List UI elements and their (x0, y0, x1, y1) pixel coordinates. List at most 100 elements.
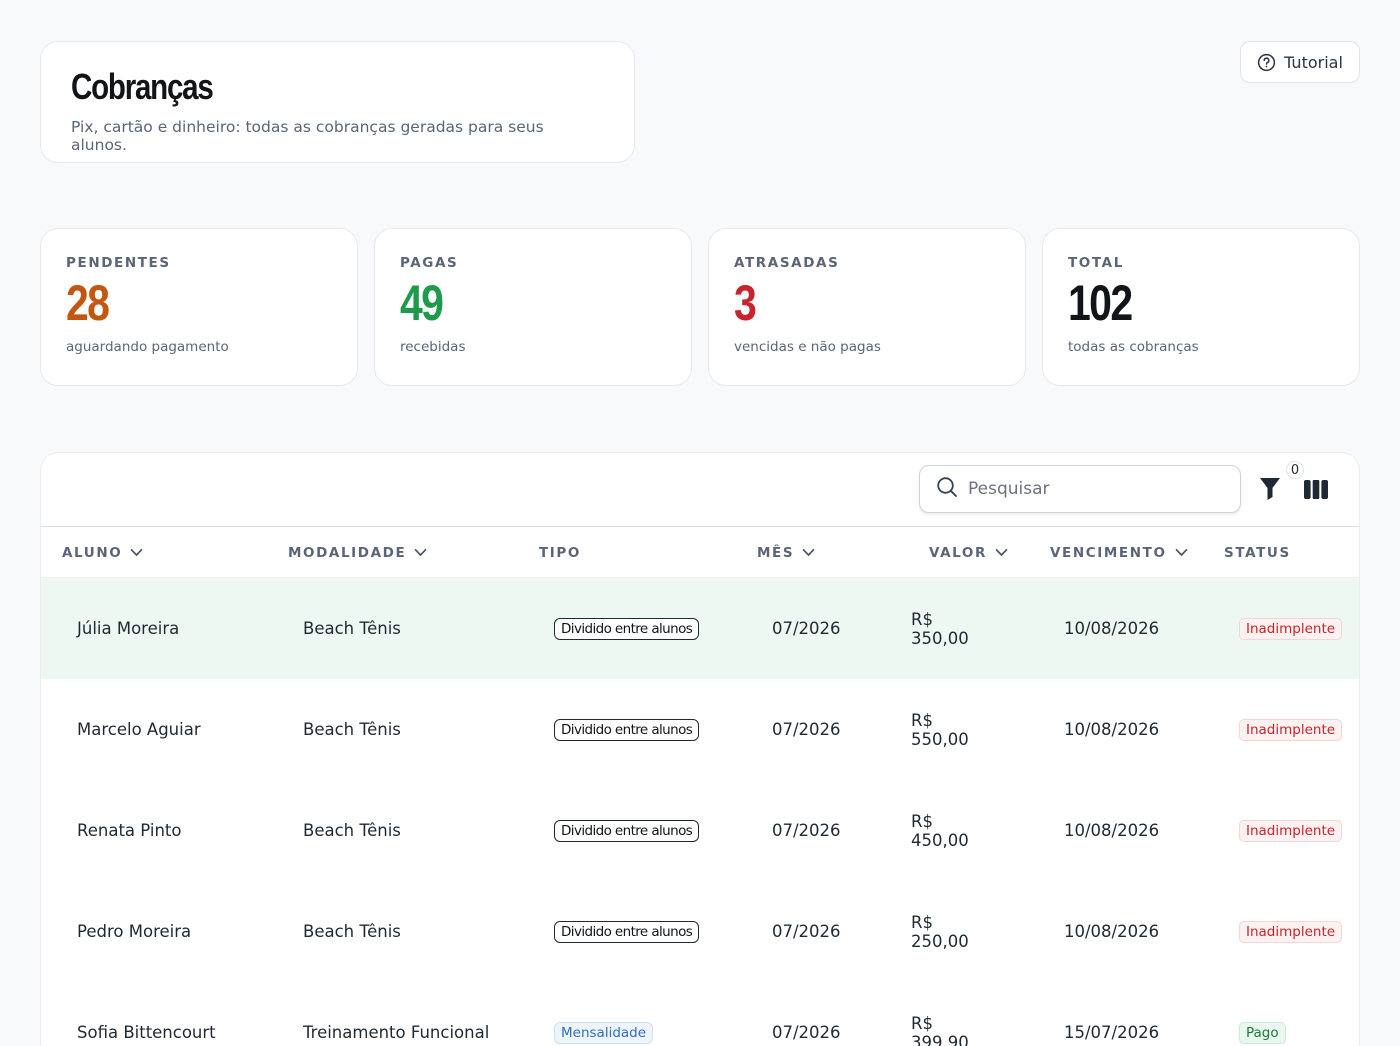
column-header-label: ALUNO (62, 544, 123, 561)
cell-status: Inadimplente (1239, 881, 1343, 982)
stat-card-pendentes: PENDENTES 28 aguardando pagamento (40, 228, 358, 386)
cell-aluno: Marcelo Aguiar (77, 720, 201, 739)
cell-mes: 07/2026 (772, 720, 841, 739)
column-header-tipo[interactable]: TIPO (539, 527, 581, 578)
cell-aluno: Pedro Moreira (77, 922, 192, 941)
chevron-down-icon (995, 545, 1008, 561)
search-icon (936, 476, 958, 502)
cell-tipo: Mensalidade (554, 982, 654, 1046)
cell-vencimento: 15/07/2026 (1064, 1023, 1160, 1042)
cell-mes: 07/2026 (772, 821, 841, 840)
stat-description: aguardando pagamento (66, 339, 229, 355)
cell-status: Inadimplente (1239, 679, 1343, 780)
table-row[interactable]: Pedro Moreira Beach Tênis Dividido entre… (41, 881, 1359, 982)
cell-modalidade: Beach Tênis (303, 922, 401, 941)
cell-tipo: Dividido entre alunos (554, 780, 700, 881)
column-header-aluno[interactable]: ALUNO (62, 527, 143, 578)
cell-vencimento: 10/08/2026 (1064, 619, 1160, 638)
status-badge: Pago (1239, 1021, 1286, 1044)
cell-modalidade: Treinamento Funcional (303, 1023, 490, 1042)
stat-label: ATRASADAS (734, 255, 840, 271)
cell-mes: 07/2026 (772, 1023, 841, 1042)
table-row[interactable]: Renata Pinto Beach Tênis Dividido entre … (41, 780, 1359, 881)
chevron-down-icon (130, 545, 143, 561)
stat-card-pagas: PAGAS 49 recebidas (374, 228, 692, 386)
cell-aluno: Renata Pinto (77, 821, 182, 840)
column-header-modalidade[interactable]: MODALIDADE (288, 527, 427, 578)
stat-description: recebidas (400, 339, 466, 355)
cell-valor: R$ 399,90 (911, 1013, 969, 1046)
stat-card-total: TOTAL 102 todas as cobranças (1042, 228, 1360, 386)
column-header-status[interactable]: STATUS (1224, 527, 1291, 578)
cell-status: Pago (1239, 982, 1286, 1046)
chevron-down-icon (802, 545, 815, 561)
cell-mes: 07/2026 (772, 619, 841, 638)
status-badge: Inadimplente (1239, 920, 1343, 943)
chevron-down-icon (414, 545, 427, 561)
column-header-vencimento[interactable]: VENCIMENTO (1050, 527, 1188, 578)
table-header: ALUNO MODALIDADE TIPO MÊS VALOR VENCIMEN… (41, 527, 1359, 578)
cell-status: Inadimplente (1239, 578, 1343, 679)
chevron-down-icon (1175, 545, 1188, 561)
column-header-label: MODALIDADE (288, 544, 407, 561)
column-header-label: VALOR (929, 544, 987, 561)
cell-valor: R$ 550,00 (911, 710, 969, 749)
columns-icon[interactable] (1304, 480, 1328, 503)
stat-label: TOTAL (1068, 255, 1124, 271)
table-row[interactable]: Marcelo Aguiar Beach Tênis Dividido entr… (41, 679, 1359, 780)
filter-count-badge: 0 (1286, 461, 1304, 479)
stat-label: PENDENTES (66, 255, 171, 271)
page-header-card: Cobranças Pix, cartão e dinheiro: todas … (40, 41, 635, 163)
tipo-badge: Dividido entre alunos (554, 617, 700, 640)
page-title: Cobranças (71, 66, 214, 107)
column-header-mes[interactable]: MÊS (757, 527, 815, 578)
cell-modalidade: Beach Tênis (303, 619, 401, 638)
status-badge: Inadimplente (1239, 617, 1343, 640)
tutorial-button-label: Tutorial (1284, 52, 1343, 72)
tipo-badge: Dividido entre alunos (554, 718, 700, 741)
tipo-badge: Mensalidade (554, 1021, 654, 1044)
cell-vencimento: 10/08/2026 (1064, 720, 1160, 739)
stat-value: 3 (734, 275, 757, 331)
table-row[interactable]: Sofia Bittencourt Treinamento Funcional … (41, 982, 1359, 1046)
tipo-badge: Dividido entre alunos (554, 819, 700, 842)
table-toolbar: 0 (41, 453, 1359, 527)
column-header-label: STATUS (1224, 544, 1291, 561)
stat-value: 49 (400, 275, 444, 331)
status-badge: Inadimplente (1239, 819, 1343, 842)
charges-table-card: 0 ALUNO MODALIDADE TIPO MÊS VALOR (40, 452, 1360, 1046)
cell-valor: R$ 450,00 (911, 811, 969, 850)
column-header-valor[interactable]: VALOR (929, 527, 1008, 578)
column-header-label: MÊS (757, 544, 795, 561)
tipo-badge: Dividido entre alunos (554, 920, 700, 943)
stat-card-atrasadas: ATRASADAS 3 vencidas e não pagas (708, 228, 1026, 386)
cell-aluno: Júlia Moreira (77, 619, 180, 638)
help-circle-icon (1257, 53, 1276, 72)
cell-vencimento: 10/08/2026 (1064, 922, 1160, 941)
cell-modalidade: Beach Tênis (303, 720, 401, 739)
cell-tipo: Dividido entre alunos (554, 679, 700, 780)
cell-valor: R$ 350,00 (911, 609, 969, 648)
search-input[interactable] (968, 479, 1208, 499)
tutorial-button[interactable]: Tutorial (1240, 41, 1360, 83)
search-box[interactable] (919, 465, 1241, 513)
stat-value: 28 (66, 275, 110, 331)
cell-tipo: Dividido entre alunos (554, 881, 700, 982)
column-header-label: TIPO (539, 544, 582, 561)
stat-description: todas as cobranças (1068, 339, 1199, 355)
filter-icon[interactable] (1259, 477, 1281, 505)
cell-mes: 07/2026 (772, 922, 841, 941)
page-subtitle: Pix, cartão e dinheiro: todas as cobranç… (71, 118, 544, 154)
cell-status: Inadimplente (1239, 780, 1343, 881)
stat-label: PAGAS (400, 255, 459, 271)
cell-tipo: Dividido entre alunos (554, 578, 700, 679)
table-row[interactable]: Júlia Moreira Beach Tênis Dividido entre… (41, 578, 1359, 679)
stat-description: vencidas e não pagas (734, 339, 881, 355)
column-header-label: VENCIMENTO (1050, 544, 1167, 561)
stat-value: 102 (1068, 275, 1133, 331)
cell-vencimento: 10/08/2026 (1064, 821, 1160, 840)
cell-aluno: Sofia Bittencourt (77, 1023, 216, 1042)
cell-valor: R$ 250,00 (911, 912, 969, 951)
cell-modalidade: Beach Tênis (303, 821, 401, 840)
status-badge: Inadimplente (1239, 718, 1343, 741)
